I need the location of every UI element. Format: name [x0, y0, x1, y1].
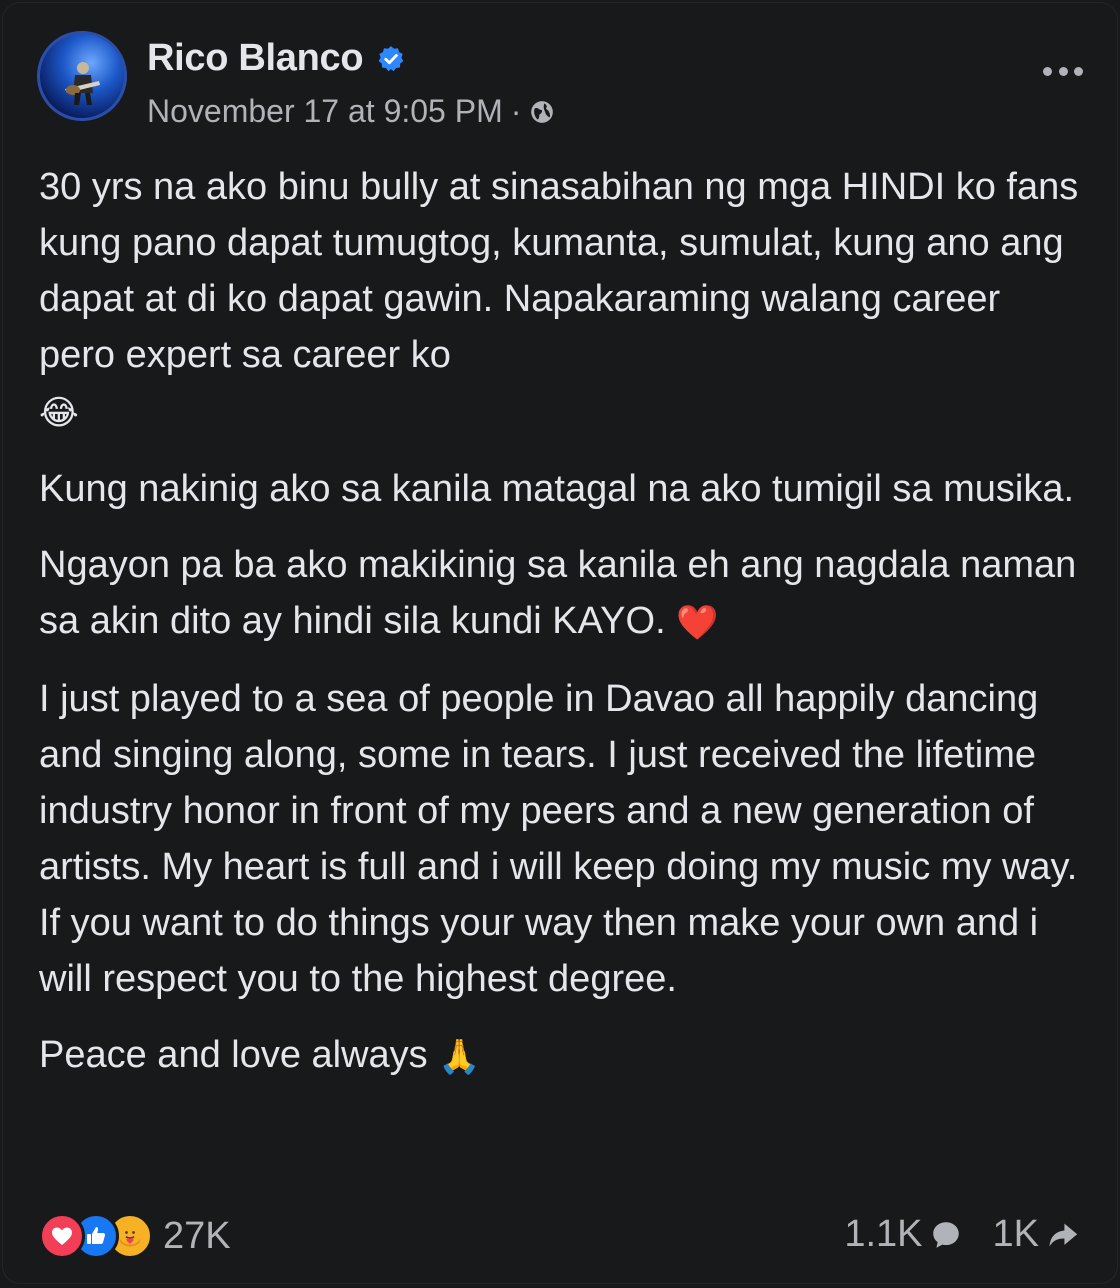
share-icon: [1049, 1223, 1078, 1246]
author-avatar[interactable]: [37, 31, 127, 121]
post-paragraph: Kung nakinig ako sa kanila matagal na ak…: [39, 461, 1081, 517]
more-options-icon-dot: [1043, 66, 1052, 76]
comment-icon: [932, 1221, 959, 1248]
globe-icon[interactable]: [529, 99, 555, 125]
love-reaction-icon: [39, 1213, 85, 1259]
share-count: 1K: [992, 1213, 1039, 1255]
red-heart-emoji-icon: ❤️: [676, 603, 719, 642]
author-name-row: Rico Blanco: [147, 37, 405, 80]
post-header: Rico Blanco November 17 at 9:05 PM ·: [37, 31, 1083, 131]
more-options-icon-dot: [1074, 66, 1083, 76]
laughing-emoji-icon: 😂: [39, 393, 79, 432]
paragraph-text: 30 yrs na ako binu bully at sinasabihan …: [39, 166, 1079, 376]
paragraph-text: Ngayon pa ba ako makikinig sa kanila eh …: [39, 543, 1077, 642]
post-paragraph: I just played to a sea of people in Dava…: [39, 671, 1081, 1007]
paragraph-text: Peace and love always: [39, 1033, 428, 1076]
post-paragraph: Ngayon pa ba ako makikinig sa kanila eh …: [39, 537, 1081, 651]
meta-separator: ·: [510, 93, 522, 129]
comment-count-button[interactable]: 1.1K: [844, 1213, 962, 1256]
post-footer: 27K 1.1K 1K: [39, 1213, 1081, 1273]
verified-badge-icon: [378, 45, 404, 71]
reaction-count: 27K: [163, 1214, 231, 1257]
author-name[interactable]: Rico Blanco: [147, 37, 364, 80]
folded-hands-emoji-icon: 🙏: [438, 1037, 481, 1076]
more-options-icon-dot: [1058, 66, 1068, 76]
paragraph-text: I just played to a sea of people in Dava…: [39, 677, 1078, 1000]
post-meta: November 17 at 9:05 PM ·: [147, 93, 555, 130]
post-card: Rico Blanco November 17 at 9:05 PM · 30 …: [2, 2, 1118, 1284]
post-timestamp[interactable]: November 17 at 9:05 PM: [147, 93, 503, 130]
avatar-guitarist-image: [65, 62, 100, 105]
post-paragraph: Peace and love always 🙏: [39, 1027, 1081, 1085]
reactions-summary[interactable]: 27K: [39, 1213, 231, 1259]
post-body: 30 yrs na ako binu bully at sinasabihan …: [39, 159, 1081, 1105]
engagement-stats: 1.1K 1K: [844, 1213, 1081, 1256]
comment-count: 1.1K: [844, 1213, 923, 1255]
more-options-button[interactable]: [1043, 59, 1083, 83]
share-count-button[interactable]: 1K: [993, 1213, 1081, 1256]
post-paragraph: 30 yrs na ako binu bully at sinasabihan …: [39, 159, 1081, 441]
paragraph-text: Kung nakinig ako sa kanila matagal na ak…: [39, 467, 1075, 510]
